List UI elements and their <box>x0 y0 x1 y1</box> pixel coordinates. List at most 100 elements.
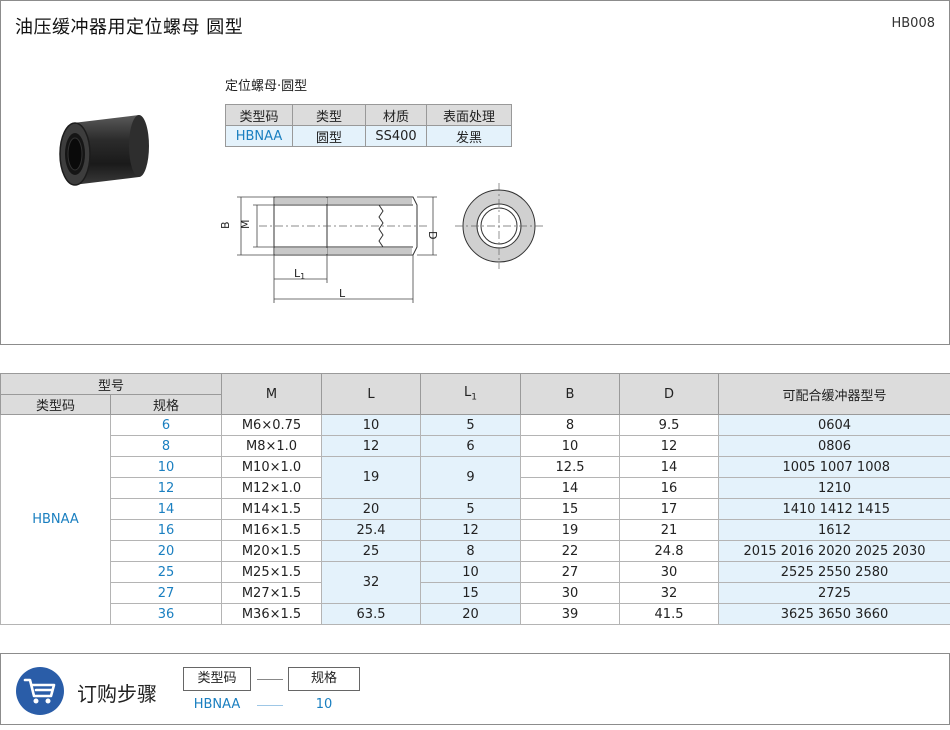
m-cell: M25×1.5 <box>221 561 323 583</box>
order-connector <box>257 679 283 680</box>
m-cell: M8×1.0 <box>221 435 323 457</box>
order-box-type-code: 类型码 <box>183 667 251 691</box>
b-cell: 27 <box>520 561 621 583</box>
m-cell: M16×1.5 <box>221 519 323 541</box>
compat-cell: 3625 3650 3660 <box>718 603 950 625</box>
order-value-size: 10 <box>315 697 333 712</box>
spec-header: 类型 <box>292 104 366 126</box>
b-cell: 39 <box>520 603 621 625</box>
spec-type-code: HBNAA <box>225 125 293 147</box>
size-cell[interactable]: 25 <box>109 561 223 583</box>
d-cell: 24.8 <box>619 540 720 562</box>
d-cell: 14 <box>619 456 720 478</box>
spec-header: 表面处理 <box>426 104 512 126</box>
m-cell: M6×0.75 <box>221 414 323 436</box>
product-code: HB008 <box>891 16 935 31</box>
size-cell[interactable]: 12 <box>109 477 223 499</box>
size-cell[interactable]: 16 <box>109 519 223 541</box>
compat-cell: 1210 <box>718 477 950 499</box>
compat-cell: 1410 1412 1415 <box>718 498 950 520</box>
technical-drawing: B M D L1 L <box>219 183 543 303</box>
l1-cell: 6 <box>420 435 522 457</box>
m-cell: M36×1.5 <box>221 603 323 625</box>
l1-cell: 5 <box>420 498 522 520</box>
size-cell[interactable]: 10 <box>109 456 223 478</box>
d-cell: 41.5 <box>619 603 720 625</box>
size-cell[interactable]: 27 <box>109 582 223 604</box>
header-b: B <box>520 373 621 415</box>
type-code-cell: HBNAA <box>0 414 111 625</box>
d-cell: 30 <box>619 561 720 583</box>
l1-cell: 12 <box>420 519 522 541</box>
l-cell: 63.5 <box>321 603 422 625</box>
d-cell: 12 <box>619 435 720 457</box>
order-title: 订购步骤 <box>77 682 157 706</box>
dimension-table: 型号 M L L1 B D 可配合缓冲器型号 类型码 规格 HBNAA 6 M6… <box>0 373 950 625</box>
cart-icon <box>16 667 64 715</box>
size-cell[interactable]: 6 <box>109 414 223 436</box>
d-cell: 16 <box>619 477 720 499</box>
header-compatible: 可配合缓冲器型号 <box>718 373 950 415</box>
l-cell: 20 <box>321 498 422 520</box>
d-cell: 21 <box>619 519 720 541</box>
b-cell: 8 <box>520 414 621 436</box>
b-cell: 15 <box>520 498 621 520</box>
compat-cell: 0806 <box>718 435 950 457</box>
compat-cell: 2525 2550 2580 <box>718 561 950 583</box>
table-row: 36 M36×1.5 63.5 20 39 41.5 3625 3650 366… <box>1 603 950 625</box>
m-cell: M12×1.0 <box>221 477 323 499</box>
header-m: M <box>221 373 323 415</box>
b-cell: 22 <box>520 540 621 562</box>
table-row: 16 M16×1.5 25.4 12 19 21 1612 <box>1 519 950 541</box>
m-cell: M14×1.5 <box>221 498 323 520</box>
table-row: 14 M14×1.5 20 5 15 17 1410 1412 1415 <box>1 498 950 520</box>
order-box-size: 规格 <box>288 667 360 691</box>
header-size: 规格 <box>109 394 223 415</box>
compat-cell: 2725 <box>718 582 950 604</box>
spec-header: 材质 <box>365 104 427 126</box>
b-cell: 14 <box>520 477 621 499</box>
l-cell: 25.4 <box>321 519 422 541</box>
header-d: D <box>619 373 720 415</box>
header-l1: L1 <box>420 373 522 415</box>
page-title: 油压缓冲器用定位螺母 圆型 <box>15 17 244 38</box>
dim-label-l: L <box>339 287 346 300</box>
m-cell: M27×1.5 <box>221 582 323 604</box>
d-cell: 9.5 <box>619 414 720 436</box>
header-l: L <box>321 373 422 415</box>
l1-cell: 8 <box>420 540 522 562</box>
l1-cell: 15 <box>420 582 522 604</box>
order-value-type-code: HBNAA <box>193 697 241 712</box>
table-row: 27 M27×1.5 15 30 32 2725 <box>1 582 950 604</box>
compat-cell: 1612 <box>718 519 950 541</box>
table-row: 8 M8×1.0 12 6 10 12 0806 <box>1 435 950 457</box>
order-panel: 订购步骤 类型码 规格 HBNAA 10 <box>0 653 950 725</box>
d-cell: 17 <box>619 498 720 520</box>
size-cell[interactable]: 14 <box>109 498 223 520</box>
header-model: 型号 <box>0 373 223 395</box>
l1-cell: 9 <box>420 456 522 499</box>
b-cell: 19 <box>520 519 621 541</box>
l-cell: 25 <box>321 540 422 562</box>
l-cell: 19 <box>321 456 422 499</box>
table-row: HBNAA 6 M6×0.75 10 5 8 9.5 0604 <box>0 414 950 625</box>
m-cell: M10×1.0 <box>221 456 323 478</box>
b-cell: 30 <box>520 582 621 604</box>
dim-label-b: B <box>219 221 232 229</box>
m-cell: M20×1.5 <box>221 540 323 562</box>
order-value-connector <box>257 705 283 706</box>
dim-label-d: D <box>426 231 439 239</box>
product-panel: 油压缓冲器用定位螺母 圆型 HB008 定位螺母·圆型 类型码 类型 材质 表面… <box>0 0 950 345</box>
dim-label-l1: L1 <box>294 267 305 281</box>
size-cell[interactable]: 20 <box>109 540 223 562</box>
compat-cell: 2015 2016 2020 2025 2030 <box>718 540 950 562</box>
l1-cell: 5 <box>420 414 522 436</box>
l-cell: 12 <box>321 435 422 457</box>
size-cell[interactable]: 8 <box>109 435 223 457</box>
l-cell: 32 <box>321 561 422 604</box>
table-row: 10 M10×1.0 19 9 12.5 14 1005 1007 1008 <box>1 456 950 499</box>
b-cell: 10 <box>520 435 621 457</box>
size-cell[interactable]: 36 <box>109 603 223 625</box>
product-photo <box>59 115 149 186</box>
d-cell: 32 <box>619 582 720 604</box>
